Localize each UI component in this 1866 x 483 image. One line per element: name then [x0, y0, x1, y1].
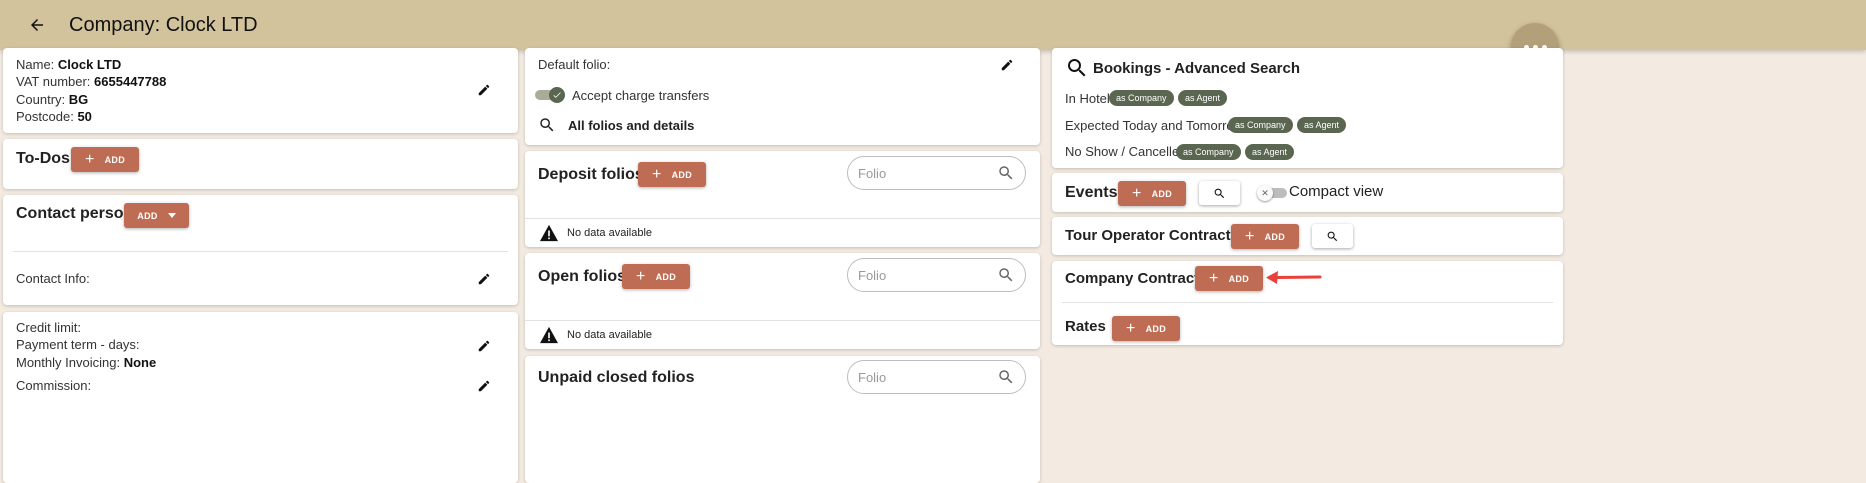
divider: [525, 320, 1040, 321]
edit-contact-info-button[interactable]: [474, 269, 494, 289]
add-contact-person-dropdown[interactable]: ADD: [124, 203, 189, 228]
todos-title: To-Dos: [16, 150, 70, 167]
warning-icon: [540, 224, 558, 242]
events-card: Events + ADD ✕ Compact view: [1052, 173, 1563, 212]
search-icon: [1068, 59, 1086, 77]
search-tour-operator-contracts-button[interactable]: [1312, 224, 1353, 248]
contracts-rates-card: Company Contract + ADD Rates + ADD: [1052, 261, 1563, 345]
add-rate-button[interactable]: + ADD: [1112, 316, 1180, 341]
add-todo-button[interactable]: + ADD: [71, 147, 139, 172]
pencil-icon: [478, 84, 490, 96]
pencil-icon: [478, 273, 490, 285]
search-icon[interactable]: [997, 266, 1015, 284]
open-folios-card: Open folios +ADD No data available: [525, 253, 1040, 349]
billing-card: Credit limit: Payment term - days: Month…: [3, 312, 518, 483]
divider: [525, 218, 1040, 219]
unpaid-closed-folios-card: Unpaid closed folios: [525, 356, 1040, 483]
events-title: Events: [1065, 184, 1118, 201]
in-hotel-as-company-chip[interactable]: as Company: [1109, 90, 1174, 106]
top-app-bar: Company: Clock LTD: [0, 0, 1866, 50]
search-icon[interactable]: [997, 164, 1015, 182]
open-folio-search-input[interactable]: [858, 267, 988, 283]
open-folios-title: Open folios: [538, 268, 626, 285]
edit-billing-button[interactable]: [474, 336, 494, 356]
monthly-invoicing: Monthly Invoicing: None: [16, 355, 157, 370]
search-icon: [1214, 188, 1225, 198]
default-folio-label: Default folio:: [538, 57, 611, 72]
unpaid-folio-search-input[interactable]: [858, 369, 988, 385]
open-folio-search[interactable]: [847, 258, 1026, 292]
accept-transfers-label: Accept charge transfers: [572, 88, 710, 103]
search-events-button[interactable]: [1199, 181, 1240, 205]
contact-info-label: Contact Info:: [16, 271, 90, 286]
deposit-folio-search-input[interactable]: [858, 165, 988, 181]
credit-limit: Credit limit:: [16, 320, 82, 335]
annotation-arrow: [1266, 271, 1322, 284]
edit-company-info-button[interactable]: [474, 80, 494, 100]
add-tour-operator-contract-button[interactable]: + ADD: [1231, 224, 1299, 249]
in-hotel-as-agent-chip[interactable]: as Agent: [1178, 90, 1228, 106]
contact-person-card: Contact person ADD Contact Info:: [3, 195, 518, 305]
contact-person-title: Contact person: [16, 205, 134, 222]
deposit-folio-search[interactable]: [847, 156, 1026, 190]
add-open-folio-button[interactable]: + ADD: [622, 264, 690, 289]
company-info-card: Name: Clock LTD VAT number: 6655447788 C…: [3, 48, 518, 133]
search-icon: [540, 118, 554, 132]
search-icon: [1327, 231, 1338, 241]
deposit-folios-title: Deposit folios: [538, 166, 644, 183]
expected-as-company-chip[interactable]: as Company: [1228, 117, 1293, 133]
payment-term: Payment term - days:: [16, 337, 140, 352]
todos-card: To-Dos + ADD: [3, 139, 518, 189]
unpaid-closed-folios-title: Unpaid closed folios: [538, 369, 695, 386]
pencil-icon: [478, 380, 490, 392]
expected-label: Expected Today and Tomorrow: [1065, 118, 1244, 133]
in-hotel-label: In Hotel: [1065, 91, 1110, 106]
add-event-button[interactable]: + ADD: [1118, 181, 1186, 206]
pencil-icon: [1001, 59, 1013, 71]
warning-icon: [540, 326, 558, 344]
bookings-search-card: Bookings - Advanced Search In Hotel as C…: [1052, 48, 1563, 168]
company-contract-title: Company Contract: [1065, 270, 1200, 287]
divider: [13, 251, 508, 252]
divider: [1062, 302, 1553, 303]
edit-default-folio-button[interactable]: [997, 55, 1017, 75]
all-folios-link[interactable]: All folios and details: [538, 116, 694, 134]
arrow-back-icon: [31, 19, 43, 31]
bookings-search-title: Bookings - Advanced Search: [1093, 59, 1300, 77]
country: Country: BG: [16, 92, 89, 107]
close-icon: ✕: [1257, 185, 1273, 201]
postcode: Postcode: 50: [16, 109, 92, 124]
back-button[interactable]: [22, 10, 52, 40]
deposit-folios-empty: No data available: [539, 224, 652, 242]
deposit-folios-card: Deposit folios +ADD No data available: [525, 151, 1040, 247]
tour-operator-contracts-card: Tour Operator Contracts + ADD: [1052, 217, 1563, 255]
expected-as-agent-chip[interactable]: as Agent: [1297, 117, 1347, 133]
no-show-label: No Show / Cancelled: [1065, 144, 1187, 159]
commission: Commission:: [16, 378, 92, 393]
add-deposit-folio-button[interactable]: + ADD: [638, 162, 706, 187]
unpaid-folio-search[interactable]: [847, 360, 1026, 394]
compact-view-label: Compact view: [1289, 183, 1384, 200]
compact-view-toggle[interactable]: ✕: [1257, 185, 1287, 201]
company-name: Name: Clock LTD: [16, 57, 122, 72]
vat-number: VAT number: 6655447788: [16, 74, 167, 89]
open-folios-empty: No data available: [539, 326, 652, 344]
page-title: Company: Clock LTD: [69, 13, 258, 36]
no-show-as-company-chip[interactable]: as Company: [1176, 144, 1241, 160]
tour-operator-contracts-title: Tour Operator Contracts: [1065, 227, 1239, 244]
folio-settings-card: Default folio: Accept charge transfers A…: [525, 48, 1040, 145]
chevron-down-icon: [167, 213, 176, 218]
rates-title: Rates: [1065, 318, 1106, 335]
bookings-search-header: Bookings - Advanced Search: [1065, 56, 1300, 80]
add-company-contract-button[interactable]: + ADD: [1195, 266, 1263, 291]
search-icon[interactable]: [997, 368, 1015, 386]
accept-transfers-toggle[interactable]: [535, 87, 565, 103]
check-icon: [549, 87, 565, 103]
pencil-icon: [478, 340, 490, 352]
edit-commission-button[interactable]: [474, 376, 494, 396]
no-show-as-agent-chip[interactable]: as Agent: [1245, 144, 1295, 160]
